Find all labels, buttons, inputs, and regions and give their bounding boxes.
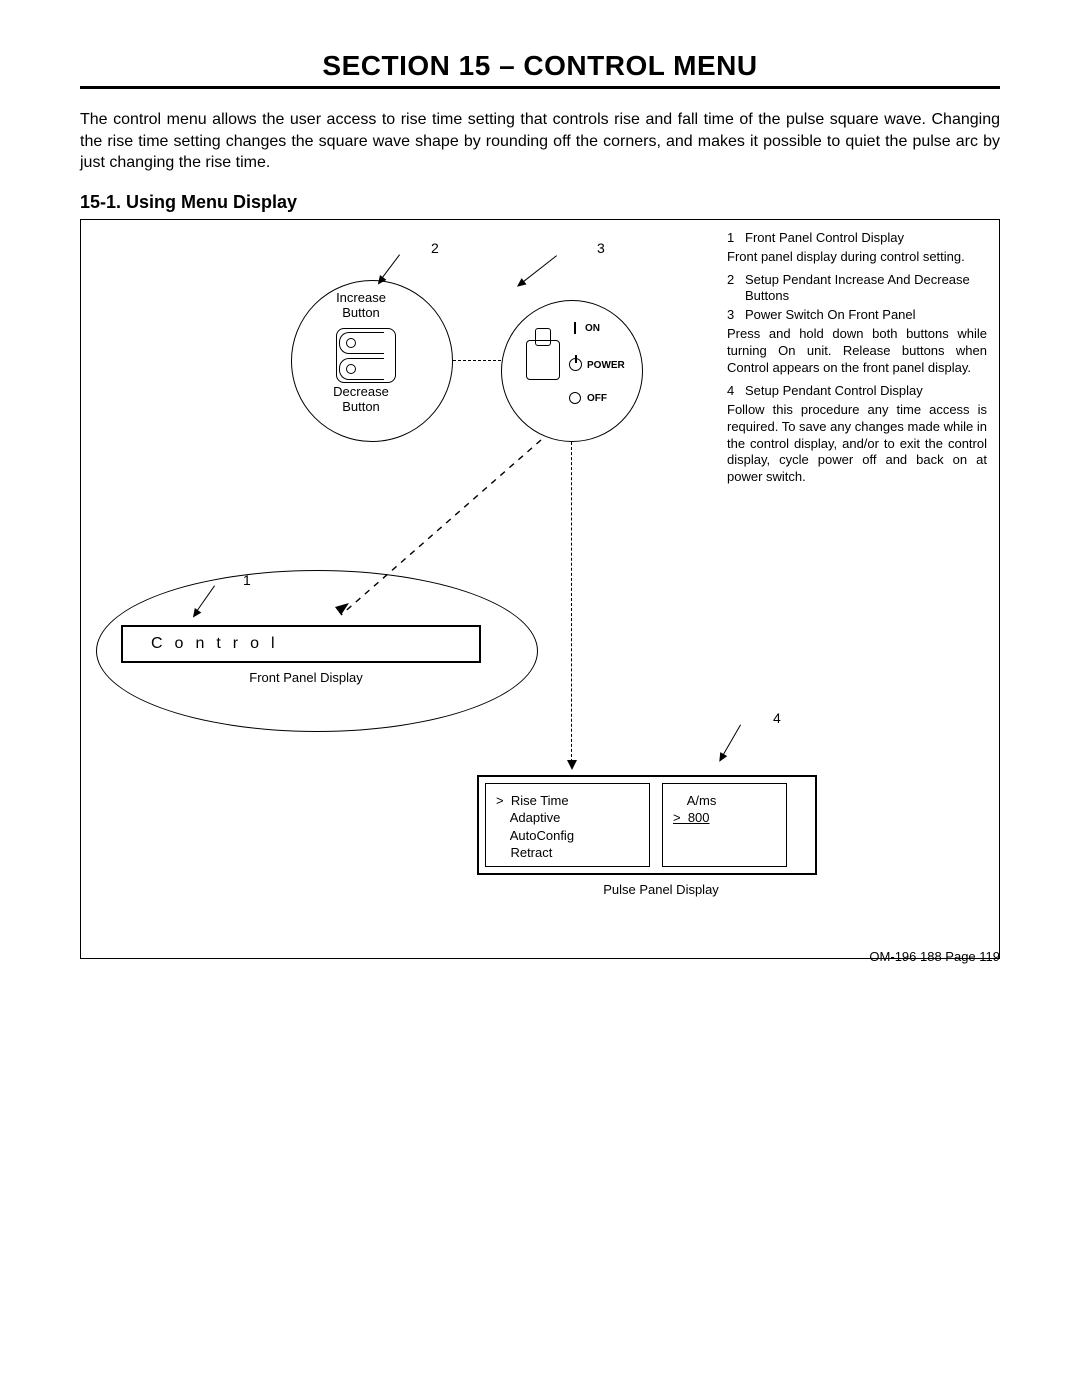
- increase-button-label: IncreaseButton: [321, 290, 401, 321]
- leader-number-1: 1: [243, 572, 251, 588]
- figure-box: 1Front Panel Control Display Front panel…: [80, 219, 1000, 959]
- callout-list: 1Front Panel Control Display Front panel…: [727, 230, 987, 492]
- control-text: Control: [151, 635, 287, 653]
- pulse-left-line-4: Retract: [496, 844, 639, 862]
- leader-arrow-4: [716, 752, 727, 764]
- callout-num-2: 2: [727, 272, 745, 306]
- callout-para-3: Follow this procedure any time access is…: [727, 402, 987, 486]
- dashed-line-center: [571, 442, 572, 762]
- callout-num-1: 1: [727, 230, 745, 247]
- callout-para-1: Front panel display during control setti…: [727, 249, 987, 266]
- leader-number-4: 4: [773, 710, 781, 726]
- section-title: SECTION 15 – CONTROL MENU: [80, 50, 1000, 89]
- decrease-button-label: DecreaseButton: [321, 384, 401, 415]
- front-panel-caption: Front Panel Display: [221, 670, 391, 686]
- on-icon: [574, 322, 576, 334]
- power-switch-body: [526, 340, 560, 380]
- power-switch-knob: [535, 328, 551, 346]
- dashed-connector-top: [453, 360, 501, 361]
- dashed-arrow-center: [567, 760, 577, 770]
- power-switch-circle: [501, 300, 643, 442]
- intro-paragraph: The control menu allows the user access …: [80, 109, 1000, 174]
- callout-text-2: Setup Pendant Increase And Decrease Butt…: [745, 272, 987, 306]
- page: SECTION 15 – CONTROL MENU The control me…: [0, 0, 1080, 994]
- callout-text-4: Setup Pendant Control Display: [745, 383, 987, 400]
- power-icon-bar: [575, 355, 577, 363]
- pulse-panel: > Rise Time Adaptive AutoConfig Retract …: [477, 775, 817, 875]
- power-label: POWER: [587, 360, 625, 371]
- callout-num-4: 4: [727, 383, 745, 400]
- pulse-right-line-2: > 800: [673, 809, 776, 827]
- callout-text-1: Front Panel Control Display: [745, 230, 987, 247]
- leader-number-2: 2: [431, 240, 439, 256]
- pulse-panel-left: > Rise Time Adaptive AutoConfig Retract: [485, 783, 650, 867]
- off-icon: [569, 392, 581, 404]
- leader-line-3: [521, 255, 557, 284]
- pulse-left-line-3: AutoConfig: [496, 827, 639, 845]
- on-label: ON: [585, 323, 600, 334]
- sub-heading: 15-1. Using Menu Display: [80, 192, 1000, 213]
- callout-text-3: Power Switch On Front Panel: [745, 307, 987, 324]
- page-footer: OM-196 188 Page 119: [869, 949, 1000, 964]
- callout-num-3: 3: [727, 307, 745, 324]
- callout-para-2: Press and hold down both buttons while t…: [727, 326, 987, 377]
- pulse-left-line-1: > Rise Time: [496, 792, 639, 810]
- pulse-right-line-1: A/ms: [673, 792, 776, 810]
- pulse-left-line-2: Adaptive: [496, 809, 639, 827]
- front-panel-display-box: Control: [121, 625, 481, 663]
- pendant-inner-dot-1: [346, 338, 356, 348]
- off-label: OFF: [587, 393, 607, 404]
- pendant-inner-dot-2: [346, 364, 356, 374]
- pulse-panel-right: A/ms > 800: [662, 783, 787, 867]
- leader-number-3: 3: [597, 240, 605, 256]
- pulse-panel-caption: Pulse Panel Display: [571, 882, 751, 898]
